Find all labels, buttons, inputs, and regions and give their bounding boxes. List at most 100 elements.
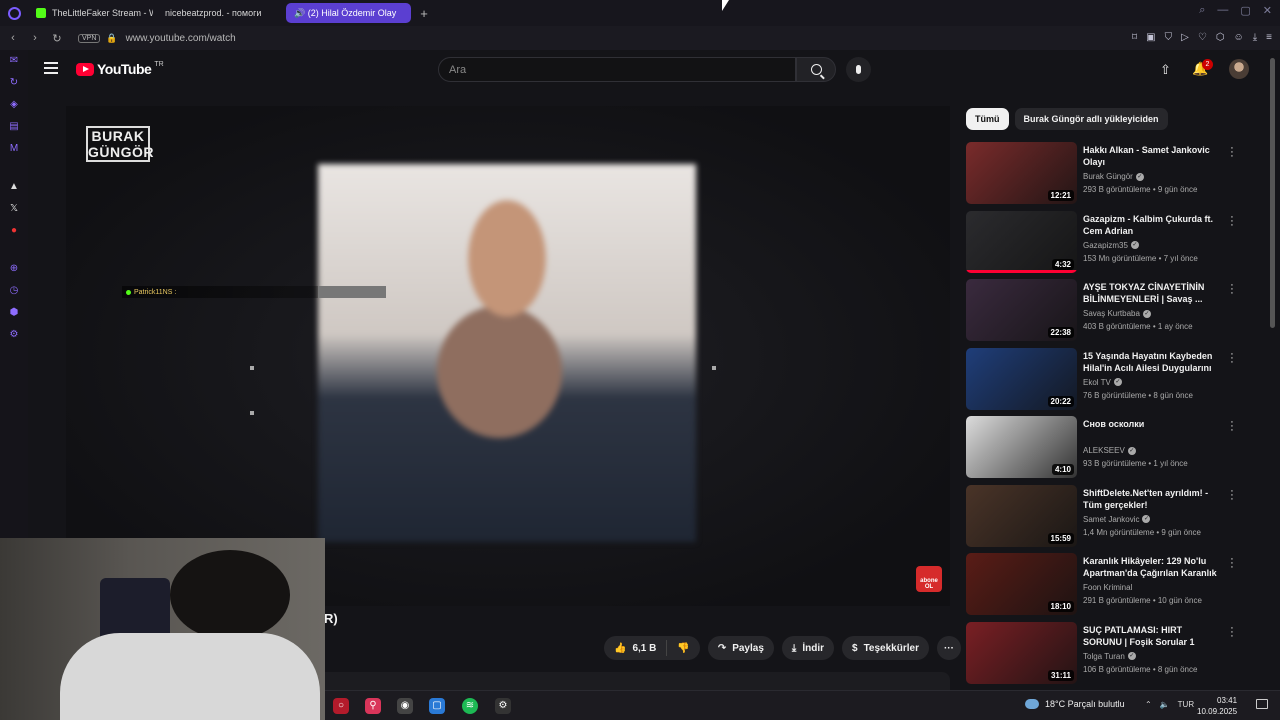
chip-all[interactable]: Tümü <box>966 108 1009 130</box>
browser-logo-icon[interactable] <box>0 0 28 26</box>
mail-icon[interactable]: M <box>7 142 21 156</box>
more-actions-button[interactable]: ··· <box>936 636 961 660</box>
x-icon[interactable]: 𝕏 <box>7 202 21 216</box>
history-icon[interactable]: ↻ <box>7 76 21 90</box>
recommendation-item[interactable]: 22:38 AYŞE TOKYAZ CİNAYETİNİN BİLİNMEYENL… <box>966 279 1238 348</box>
like-icon[interactable]: 👍 <box>614 643 626 654</box>
video-thumbnail[interactable]: 15:59 <box>966 484 1077 547</box>
more-options-icon[interactable]: · · · <box>1228 211 1236 230</box>
notification-center-icon[interactable] <box>1256 699 1268 709</box>
channel-name[interactable]: Tolga Turan ✓ <box>1083 652 1136 661</box>
tab-youtube-nicebeatz[interactable]: nicebeatzprod. - помоги <box>28 3 282 60</box>
youtube-logo[interactable]: YouTube TR <box>76 61 164 77</box>
bookmark-icon[interactable]: ⌑ <box>1132 32 1137 43</box>
download-icon[interactable]: ⤓ <box>1253 32 1257 43</box>
shield-icon[interactable]: ⛉ <box>1165 32 1173 43</box>
video-title[interactable]: AYŞE TOKYAZ CİNAYETİNİN BİLİNMEYENLERİ |… <box>1083 281 1221 305</box>
maximize-icon[interactable]: ▢ <box>1240 4 1250 17</box>
add-icon[interactable]: ⊕ <box>7 262 21 276</box>
channel-name[interactable]: Savaş Kurtbaba ✓ <box>1083 309 1151 318</box>
dislike-icon[interactable]: 👎 <box>677 643 689 654</box>
video-thumbnail[interactable]: 4:32 <box>966 210 1077 273</box>
clock-icon[interactable]: ◷ <box>7 284 21 298</box>
upload-icon[interactable]: ⇧ <box>1160 62 1171 78</box>
video-title[interactable]: Снов осколки <box>1083 418 1221 430</box>
channel-name[interactable]: Gazapizm35 ✓ <box>1083 241 1139 250</box>
thanks-button[interactable]: $ Teşekkürler <box>842 636 929 660</box>
ai-icon[interactable]: ◈ <box>7 98 21 112</box>
channel-name[interactable]: ALEKSEEV ✓ <box>1083 446 1136 455</box>
more-options-icon[interactable]: · · · <box>1228 280 1236 299</box>
clock[interactable]: 03:41 10.09.2025 <box>1197 695 1237 717</box>
avatar[interactable] <box>1229 59 1249 79</box>
notes-icon[interactable]: ▤ <box>7 120 21 134</box>
youtube-music-icon[interactable]: ● <box>7 224 21 238</box>
scrollbar[interactable] <box>1270 58 1275 328</box>
channel-name[interactable]: Burak Güngör ✓ <box>1083 172 1144 181</box>
channel-name[interactable]: Ekol TV ✓ <box>1083 378 1122 387</box>
video-title[interactable]: Gazapizm - Kalbim Çukurda ft. Cem Adrian <box>1083 213 1221 237</box>
more-options-icon[interactable]: · · · <box>1228 554 1236 573</box>
vpn-badge[interactable]: VPN <box>78 33 101 43</box>
voice-search-button[interactable] <box>846 57 871 82</box>
chip-from-uploader[interactable]: Burak Güngör adlı yükleyiciden <box>1014 108 1168 130</box>
search-icon[interactable]: ⌕ <box>1199 4 1205 17</box>
channel-name[interactable]: Samet Jankovic ✓ <box>1083 515 1151 524</box>
messenger-icon[interactable]: ✉ <box>7 54 21 68</box>
more-options-icon[interactable]: · · · <box>1228 485 1236 504</box>
channel-name[interactable]: Foon Kriminal <box>1083 583 1132 592</box>
heart-icon[interactable]: ♡ <box>1198 32 1207 43</box>
recommendation-item[interactable]: 4:32 Gazapizm - Kalbim Çukurda ft. Cem Ad… <box>966 210 1238 280</box>
video-title[interactable]: ShiftDelete.Net'ten ayrıldım! - Tüm gerç… <box>1083 487 1221 511</box>
settings-app-icon[interactable]: ⚙ <box>495 698 511 714</box>
language-indicator[interactable]: TUR <box>1178 700 1194 709</box>
video-thumbnail[interactable]: 20:22 <box>966 347 1077 410</box>
window-app-icon[interactable]: ▢ <box>429 698 445 714</box>
snapshot-icon[interactable]: ▣ <box>1146 32 1155 43</box>
back-icon[interactable]: ‹ <box>4 32 22 44</box>
share-button[interactable]: ↷ Paylaş <box>707 636 774 660</box>
recommendation-item[interactable]: 4:10 Снов осколки ALEKSEEV ✓ 93 B görüntülem… <box>966 416 1238 485</box>
video-thumbnail[interactable]: 12:21 <box>966 142 1077 204</box>
video-title[interactable]: Karanlık Hikâyeler: 129 No'lu Apartman'd… <box>1083 555 1221 579</box>
video-title[interactable]: Hakkı Alkan - Samet Jankovic Olayı <box>1083 144 1221 168</box>
more-options-icon[interactable]: · · · <box>1228 417 1236 436</box>
new-tab-button[interactable]: + <box>415 6 433 21</box>
video-thumbnail[interactable]: 31:11 <box>966 621 1077 684</box>
minimize-icon[interactable]: — <box>1217 4 1228 17</box>
video-player[interactable]: BURAK GÜNGÖR Patrick11NS : abone OL <box>66 106 950 606</box>
aria-icon[interactable]: ▲ <box>7 180 21 194</box>
recommendation-item[interactable]: 31:11 SUÇ PATLAMASI: HIRT SORUNU | Foşik … <box>966 621 1238 691</box>
more-options-icon[interactable]: · · · <box>1228 143 1236 162</box>
settings-icon[interactable]: ⚙ <box>7 328 21 342</box>
video-thumbnail[interactable]: 18:10 <box>966 553 1077 615</box>
url-field[interactable]: www.youtube.com/watch <box>126 33 236 44</box>
weather-widget[interactable]: 18°C Parçalı bulutlu <box>1025 699 1125 709</box>
close-icon[interactable]: ✕ <box>1263 4 1272 17</box>
reload-icon[interactable]: ↻ <box>48 32 66 45</box>
forward-icon[interactable]: › <box>26 32 44 44</box>
search-input[interactable]: Ara <box>438 57 796 82</box>
more-options-icon[interactable]: · · · <box>1228 622 1236 641</box>
tab-kick-stream[interactable]: TheLittleFaker Stream - W <box>28 3 153 23</box>
menu-icon[interactable]: ≡ <box>1266 32 1272 43</box>
video-thumbnail[interactable]: 22:38 <box>966 279 1077 341</box>
like-count[interactable]: 6,1 B <box>632 643 656 654</box>
subscribe-watermark[interactable]: abone OL <box>916 566 942 592</box>
download-button[interactable]: ⤓ İndir <box>781 636 834 660</box>
chevron-up-icon[interactable]: ⌃ <box>1145 700 1152 709</box>
more-options-icon[interactable]: · · · <box>1228 348 1236 367</box>
opera-gx-icon[interactable]: ○ <box>333 698 349 714</box>
recommendation-item[interactable]: 20:22 15 Yaşında Hayatını Kaybeden Hilal'… <box>966 347 1238 417</box>
play-icon[interactable]: ▷ <box>1181 32 1189 43</box>
profile-icon[interactable]: ☺ <box>1234 32 1244 43</box>
lock-icon[interactable]: 🔒 <box>106 33 117 44</box>
app-pin-icon[interactable]: ⚲ <box>365 698 381 714</box>
video-frame[interactable] <box>318 164 696 542</box>
obs-icon[interactable]: ◉ <box>397 698 413 714</box>
spotify-icon[interactable]: ≋ <box>462 698 478 714</box>
recommendation-item[interactable]: 18:10 Karanlık Hikâyeler: 129 No'lu Apart… <box>966 553 1238 622</box>
video-title[interactable]: 15 Yaşında Hayatını Kaybeden Hilal'in Ac… <box>1083 350 1221 374</box>
video-thumbnail[interactable]: 4:10 <box>966 416 1077 478</box>
cube-icon[interactable]: ⬢ <box>7 306 21 320</box>
